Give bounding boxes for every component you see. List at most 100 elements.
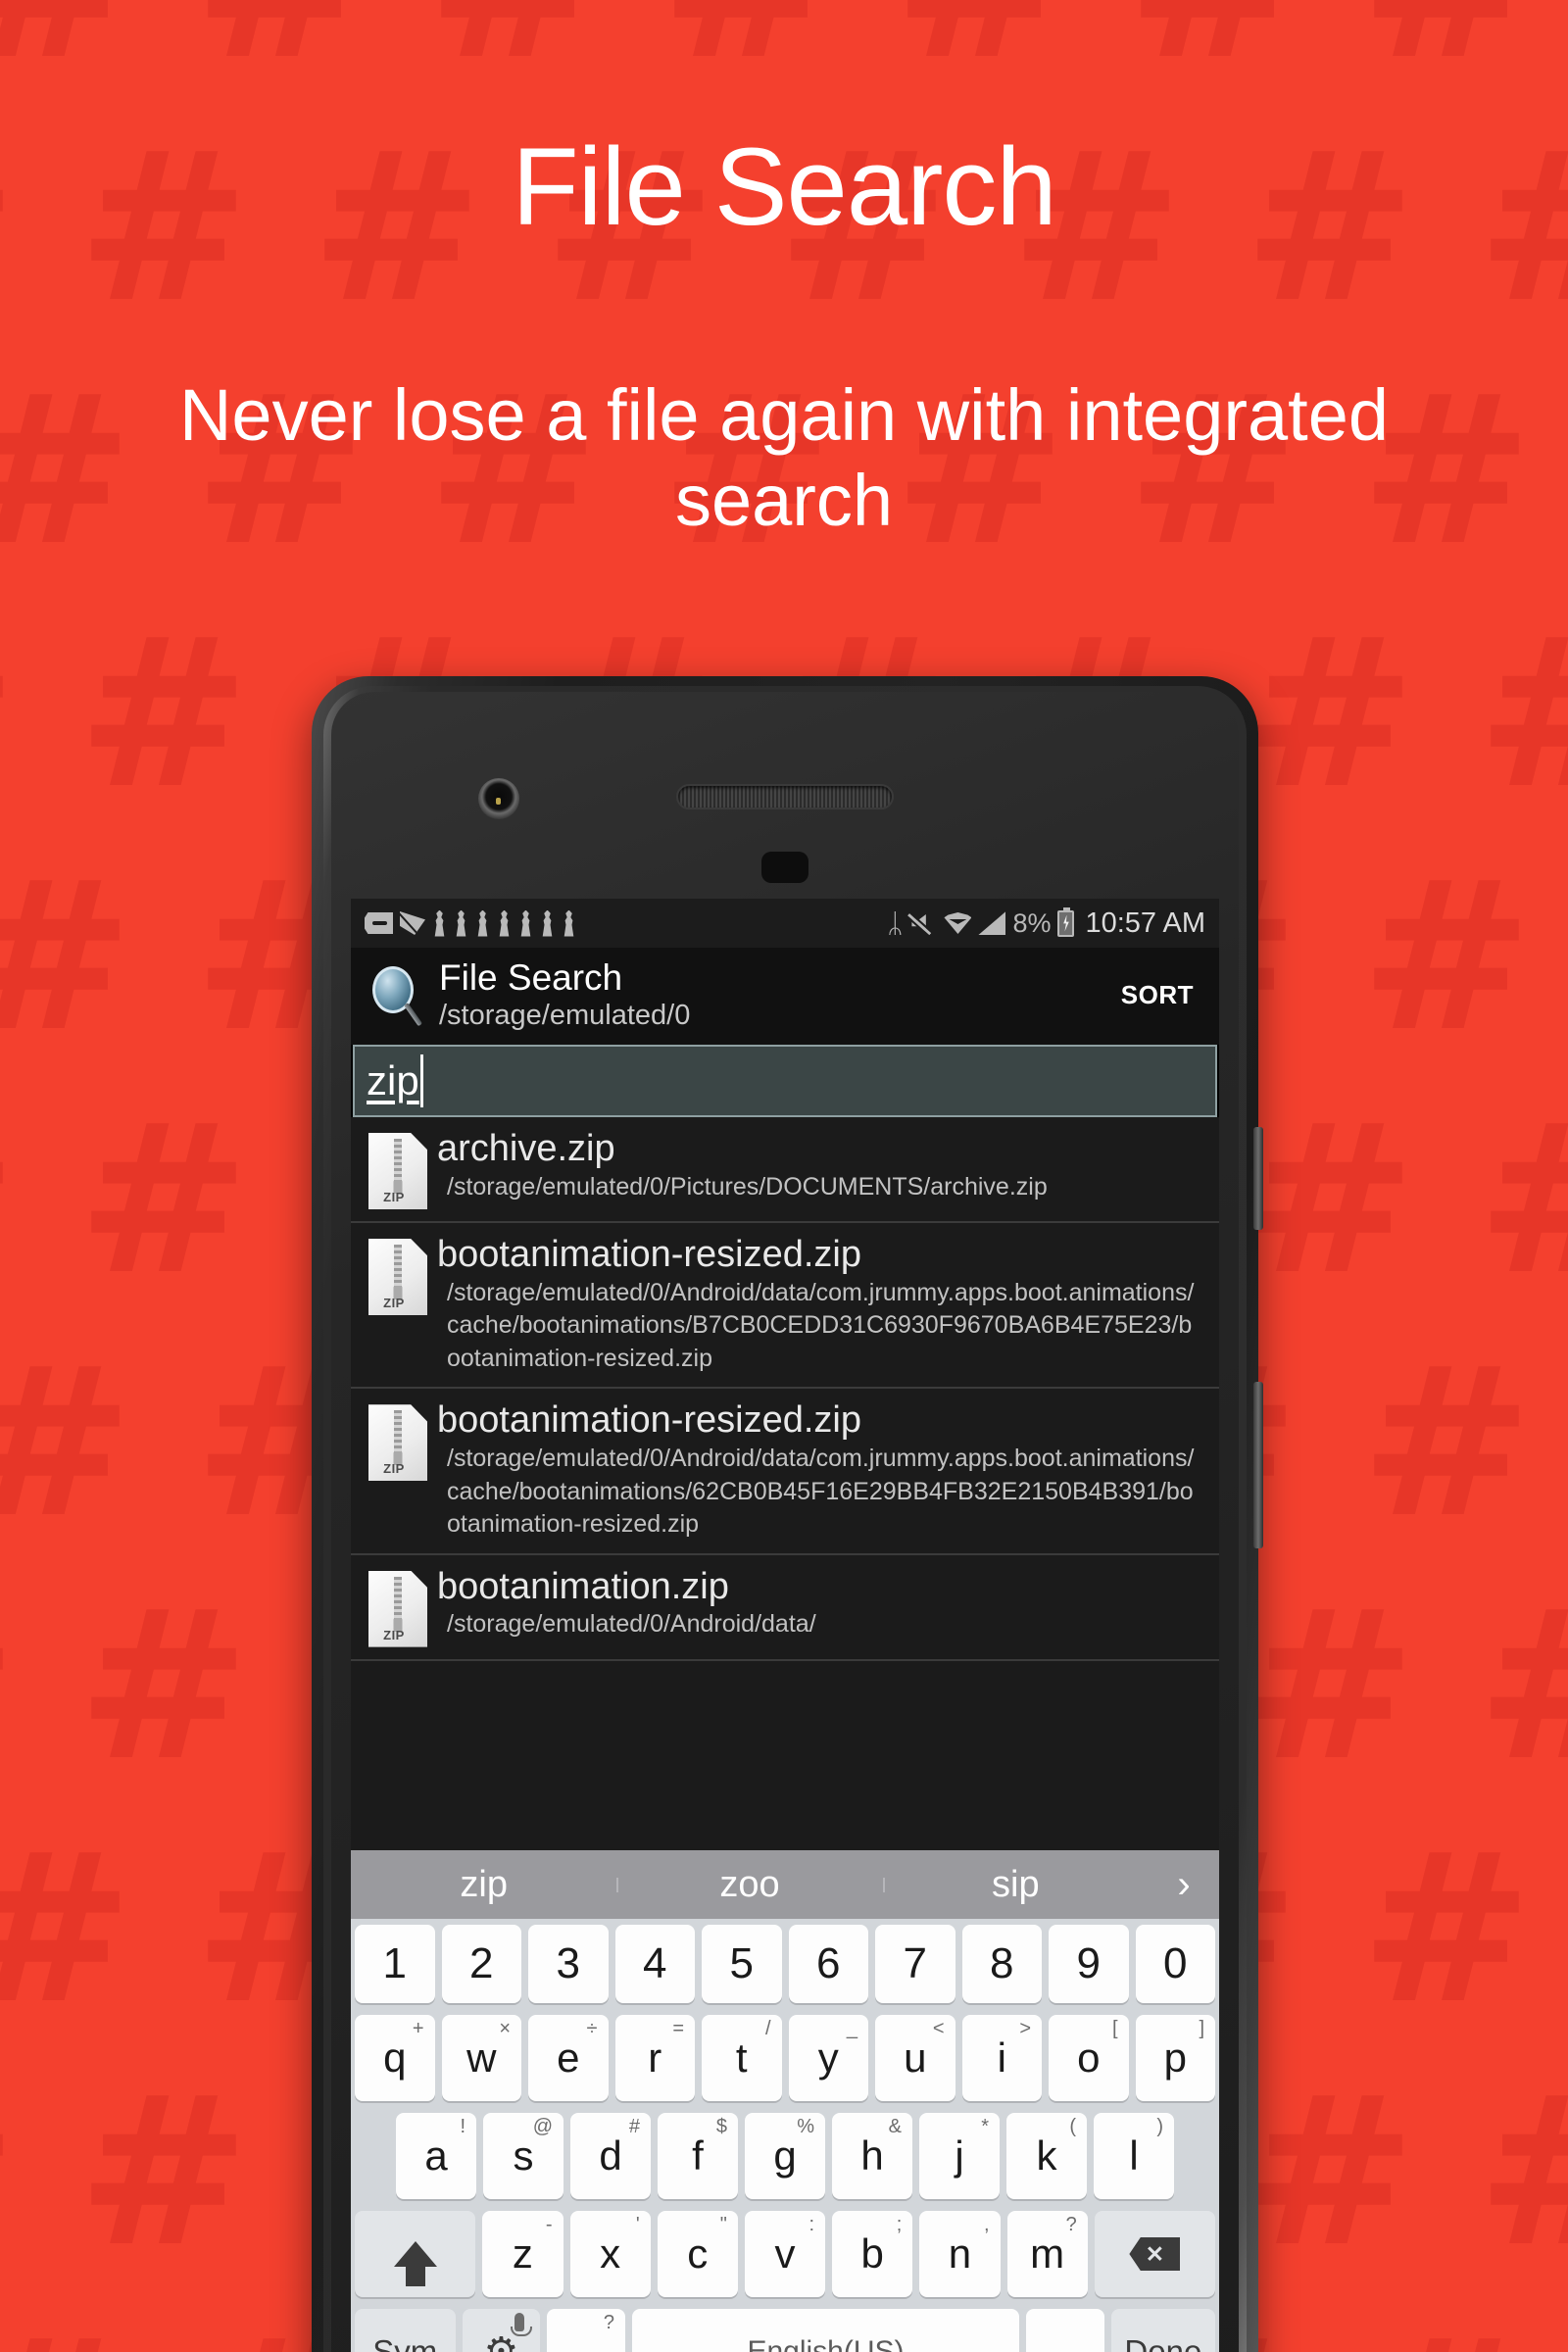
key-o[interactable]: [o [1049,2015,1129,2101]
key-8[interactable]: 8 [961,1925,1042,2003]
search-input[interactable]: zip [353,1044,1217,1117]
key-l-sub: ) [1156,2116,1163,2137]
key-period[interactable]: . [1025,2309,1104,2352]
key-t[interactable]: / t [702,2015,782,2101]
zip-teeth [394,1244,402,1292]
hash-glyph: # [0,2070,17,2276]
key-comma-label: , [580,2328,592,2352]
key-h[interactable]: & h [832,2113,912,2199]
done-key[interactable]: Done [1110,2309,1216,2352]
key-y[interactable]: _ y [788,2015,868,2101]
key-d[interactable]: # d [570,2113,651,2199]
magnifier-handle [404,1003,423,1027]
hash-glyph: # [77,1566,250,1806]
suggestion-2[interactable]: sip [882,1864,1149,1906]
search-results-list[interactable]: ZIP archive.zip /storage/emulated/0/Pict… [351,1116,1219,1850]
hash-glyph: # [1477,2070,1568,2276]
list-item[interactable]: ZIP bootanimation.zip /storage/emulated/… [351,1554,1219,1661]
key-p-sub: ] [1199,2018,1204,2039]
shift-arrow-glyph [393,2241,437,2286]
key-0[interactable]: 0 [1135,1925,1215,2003]
key-9[interactable]: 9 [1049,1925,1129,2003]
sms-icon [365,912,393,934]
key-y-sub: _ [846,2018,858,2039]
key-1[interactable]: 1 [355,1925,435,2003]
key-a[interactable]: ! a [396,2113,476,2199]
key-k[interactable]: (k [1006,2113,1087,2199]
key-t-label: t [735,2034,748,2081]
key-j-sub: * [981,2116,989,2137]
key-6[interactable]: 6 [788,1925,868,2003]
suggestion-1[interactable]: zoo [616,1864,882,1906]
key-7[interactable]: 7 [875,1925,956,2003]
key-c[interactable]: " c [657,2211,738,2297]
key-u[interactable]: < u [875,2015,956,2101]
zip-icon-label: ZIP [383,1461,405,1477]
file-path: /storage/emulated/0/Android/data/com.jru… [447,1278,1195,1372]
key-e[interactable]: ÷ e [528,2015,609,2101]
key-i[interactable]: > i [961,2015,1042,2101]
key-comma[interactable]: ?, [547,2309,626,2352]
battery-charging-icon [1057,906,1075,937]
screenshot-root: ########################################… [0,0,1568,2352]
gear-icon[interactable]: ⚙ [462,2309,541,2352]
microphone-icon [511,2313,533,2336]
key-b[interactable]: ; b [832,2211,913,2297]
keyboard-row-asdf: ! a @ s # d $ f % g & h * j (k ) l [351,2107,1219,2205]
pawn-icon [434,909,445,937]
key-3[interactable]: 3 [528,1925,609,2003]
key-m[interactable]: ? m [1006,2211,1088,2297]
gear-glyph: ⚙ [483,2330,519,2352]
file-path: /storage/emulated/0/Android/data/com.jru… [447,1445,1195,1539]
key-v[interactable]: :v [744,2211,826,2297]
hash-glyph: # [1244,1080,1416,1320]
key-i-sub: > [1019,2018,1031,2039]
hash-glyph: # [77,2052,250,2292]
power-button[interactable] [1253,1382,1263,1548]
key-w[interactable]: × w [441,2015,521,2101]
key-e-sub: ÷ [586,2018,598,2039]
key-d-label: d [599,2132,622,2179]
key-x-label: x [600,2230,621,2277]
key-l[interactable]: ) l [1094,2113,1174,2199]
hash-glyph: # [1360,1809,1533,2049]
zip-teeth [394,1410,402,1458]
hash-glyph: # [0,2313,133,2352]
backspace-icon[interactable]: ✕ [1094,2211,1216,2297]
shift-icon[interactable] [355,2211,476,2297]
list-item[interactable]: ZIP archive.zip /storage/emulated/0/Pict… [351,1116,1219,1223]
key-g-label: g [773,2132,797,2179]
key-n[interactable]: ,n [919,2211,1001,2297]
key-q[interactable]: + q [355,2015,435,2101]
key-k-label: k [1036,2132,1057,2179]
key-s[interactable]: @ s [483,2113,564,2199]
key-j[interactable]: * j [919,2113,1000,2199]
volume-button[interactable] [1253,1127,1263,1230]
zip-teeth [394,1576,402,1624]
file-name: bootanimation-resized.zip [437,1399,862,1442]
file-path: /storage/emulated/0/Pictures/DOCUMENTS/a… [447,1172,1048,1200]
symbols-key[interactable]: Sym [354,2309,456,2352]
space-key[interactable]: English(US) [632,2309,1019,2352]
key-g[interactable]: % g [745,2113,825,2199]
key-z[interactable]: -z [482,2211,564,2297]
hash-glyph: # [1244,1566,1416,1806]
key-p[interactable]: ] p [1135,2015,1215,2101]
suggestion-0[interactable]: zip [351,1864,616,1906]
list-item[interactable]: ZIP bootanimation-resized.zip /storage/e… [351,1389,1219,1555]
key-f[interactable]: $ f [658,2113,738,2199]
sort-button[interactable]: SORT [1113,972,1201,1018]
key-4[interactable]: 4 [614,1925,695,2003]
list-item[interactable]: ZIP bootanimation-resized.zip /storage/e… [351,1222,1219,1390]
key-r[interactable]: = r [614,2015,695,2101]
key-u-label: u [904,2034,927,2081]
hash-glyph: # [427,0,600,88]
chevron-right-icon[interactable]: › [1149,1863,1219,1907]
hash-glyph: # [0,612,17,817]
zip-icon-label: ZIP [383,1295,405,1310]
hash-glyph: # [0,1584,17,1789]
list-item-texts: bootanimation-resized.zip /storage/emula… [437,1233,1205,1375]
key-2[interactable]: 2 [441,1925,521,2003]
key-x[interactable]: ' x [569,2211,651,2297]
key-5[interactable]: 5 [702,1925,782,2003]
